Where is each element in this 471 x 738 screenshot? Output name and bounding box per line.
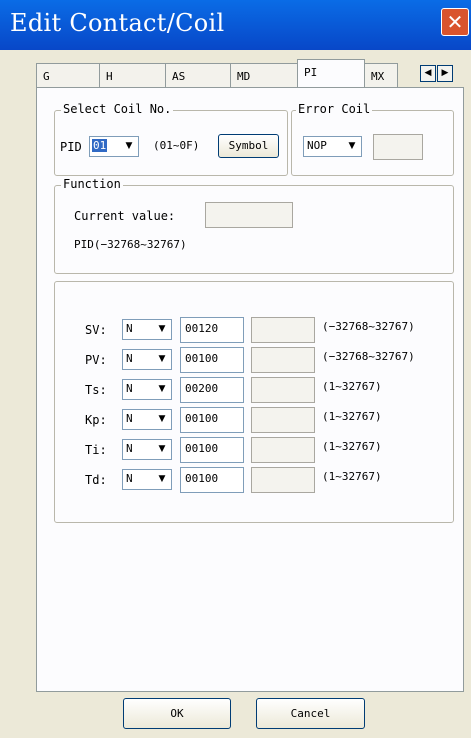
- chevron-down-icon[interactable]: ▼: [154, 441, 170, 458]
- tab-pi[interactable]: PI: [297, 59, 365, 87]
- chevron-down-icon[interactable]: ▼: [154, 471, 170, 488]
- select-coil-group: Select Coil No. PID 01 ▼ (01~0F) Symbol: [54, 102, 288, 176]
- pv-aux-field: [251, 347, 315, 373]
- chevron-down-icon[interactable]: ▼: [121, 138, 137, 155]
- error-coil-field: [373, 134, 423, 160]
- tab-strip: G H AS MD PI MX ◀ ▶: [36, 59, 466, 87]
- function-group: Function Current value: PID(−32768~32767…: [54, 177, 454, 274]
- title-bar[interactable]: Edit Contact/Coil ✕: [0, 0, 471, 50]
- kp-value-input[interactable]: 00100: [180, 407, 244, 433]
- current-value-label: Current value:: [74, 209, 176, 223]
- pv-type-select[interactable]: N ▼: [122, 349, 172, 370]
- error-coil-value: NOP: [307, 139, 327, 152]
- chevron-down-icon[interactable]: ▼: [344, 138, 360, 155]
- error-coil-select[interactable]: NOP ▼: [303, 136, 362, 157]
- error-coil-title: Error Coil: [296, 102, 373, 116]
- td-aux-field: [251, 467, 315, 493]
- ti-label: Ti:: [85, 443, 107, 457]
- chevron-down-icon[interactable]: ▼: [154, 321, 170, 338]
- chevron-down-icon[interactable]: ▼: [154, 381, 170, 398]
- tab-as[interactable]: AS: [165, 63, 231, 87]
- sv-label: SV:: [85, 323, 107, 337]
- kp-type-select[interactable]: N ▼: [122, 409, 172, 430]
- kp-aux-field: [251, 407, 315, 433]
- sv-range-label: (−32768~32767): [322, 320, 415, 333]
- sv-value-input[interactable]: 00120: [180, 317, 244, 343]
- current-value-field: [205, 202, 293, 228]
- ts-type-value: N: [126, 382, 133, 395]
- select-coil-title: Select Coil No.: [61, 102, 174, 116]
- pv-label: PV:: [85, 353, 107, 367]
- tab-panel: Select Coil No. PID 01 ▼ (01~0F) Symbol …: [36, 87, 464, 692]
- close-icon[interactable]: ✕: [441, 8, 469, 36]
- parameters-group: SV: N ▼ 00120 (−32768~32767) PV: N ▼ 001…: [54, 281, 454, 523]
- kp-label: Kp:: [85, 413, 107, 427]
- arrow-right-icon[interactable]: ▶: [437, 65, 453, 82]
- coil-number-select[interactable]: 01 ▼: [89, 136, 139, 157]
- td-range-label: (1~32767): [322, 470, 382, 483]
- chevron-down-icon[interactable]: ▼: [154, 351, 170, 368]
- cancel-button[interactable]: Cancel: [256, 698, 365, 729]
- ts-aux-field: [251, 377, 315, 403]
- pv-value-input[interactable]: 00100: [180, 347, 244, 373]
- ti-range-label: (1~32767): [322, 440, 382, 453]
- kp-range-label: (1~32767): [322, 410, 382, 423]
- ts-range-label: (1~32767): [322, 380, 382, 393]
- coil-range-label: (01~0F): [153, 139, 200, 152]
- ti-aux-field: [251, 437, 315, 463]
- tab-h[interactable]: H: [99, 63, 166, 87]
- pv-type-value: N: [126, 352, 133, 365]
- pv-range-label: (−32768~32767): [322, 350, 415, 363]
- td-value-input[interactable]: 00100: [180, 467, 244, 493]
- sv-type-select[interactable]: N ▼: [122, 319, 172, 340]
- function-range-label: PID(−32768~32767): [74, 238, 187, 251]
- ts-type-select[interactable]: N ▼: [122, 379, 172, 400]
- ti-type-value: N: [126, 442, 133, 455]
- ts-value-input[interactable]: 00200: [180, 377, 244, 403]
- error-coil-group: Error Coil NOP ▼: [291, 102, 454, 176]
- sv-aux-field: [251, 317, 315, 343]
- tab-md[interactable]: MD: [230, 63, 298, 87]
- pid-label: PID: [60, 140, 82, 154]
- arrow-left-icon[interactable]: ◀: [420, 65, 436, 82]
- td-type-select[interactable]: N ▼: [122, 469, 172, 490]
- kp-type-value: N: [126, 412, 133, 425]
- ts-label: Ts:: [85, 383, 107, 397]
- dialog-window: Edit Contact/Coil ✕ G H AS MD PI MX ◀ ▶ …: [0, 0, 471, 738]
- sv-type-value: N: [126, 322, 133, 335]
- td-label: Td:: [85, 473, 107, 487]
- tab-mx[interactable]: MX: [364, 63, 398, 87]
- chevron-down-icon[interactable]: ▼: [154, 411, 170, 428]
- tab-g[interactable]: G: [36, 63, 100, 87]
- ti-value-input[interactable]: 00100: [180, 437, 244, 463]
- ok-button[interactable]: OK: [123, 698, 231, 729]
- symbol-button[interactable]: Symbol: [218, 134, 279, 158]
- ti-type-select[interactable]: N ▼: [122, 439, 172, 460]
- coil-number-value: 01: [92, 139, 108, 152]
- window-title: Edit Contact/Coil: [10, 9, 225, 37]
- function-title: Function: [61, 177, 123, 191]
- td-type-value: N: [126, 472, 133, 485]
